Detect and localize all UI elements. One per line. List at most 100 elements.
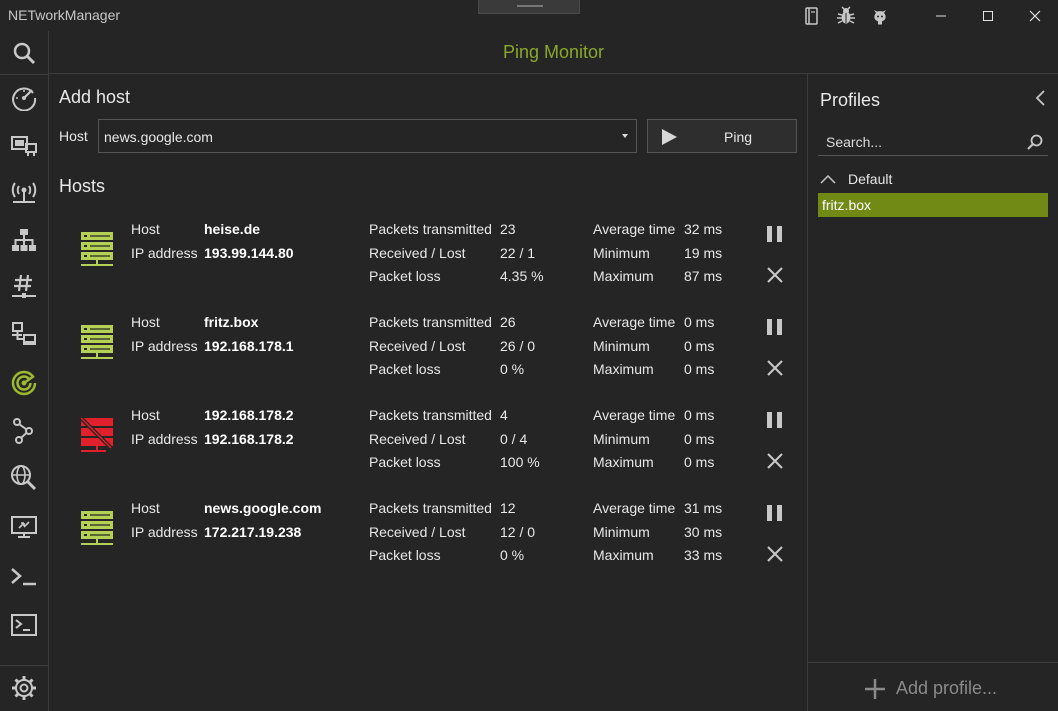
- host-label: Host: [131, 407, 160, 423]
- host-name: news.google.com: [204, 500, 322, 516]
- profile-item-fritz-box[interactable]: fritz.box: [818, 193, 1048, 217]
- received-lost-label: Received / Lost: [369, 338, 466, 354]
- documentation-icon[interactable]: [795, 0, 829, 31]
- bug-icon[interactable]: [829, 0, 863, 31]
- pause-icon[interactable]: [765, 224, 785, 244]
- sidebar: [0, 31, 49, 711]
- drag-handle[interactable]: [478, 0, 580, 14]
- received-lost-value: 0 / 4: [500, 431, 528, 447]
- close-icon[interactable]: [764, 450, 786, 472]
- average-time-value: 0 ms: [684, 407, 715, 423]
- maximum-label: Maximum: [593, 454, 654, 470]
- search-icon[interactable]: [0, 31, 48, 75]
- app-title: NETworkManager: [8, 7, 121, 23]
- average-time-value: 31 ms: [684, 500, 723, 516]
- host-label: Host: [131, 221, 160, 237]
- maximum-value: 0 ms: [684, 361, 715, 377]
- minimize-button[interactable]: [917, 0, 964, 31]
- host-card: Host news.google.com IP address 172.217.…: [49, 493, 808, 586]
- packets-transmitted-value: 23: [500, 221, 516, 237]
- network-interface-icon[interactable]: [0, 123, 48, 167]
- packets-transmitted-value: 12: [500, 500, 516, 516]
- average-time-label: Average time: [593, 314, 676, 330]
- pause-icon[interactable]: [765, 503, 785, 523]
- wifi-icon[interactable]: [0, 170, 48, 214]
- average-time-label: Average time: [593, 500, 676, 516]
- chevron-left-icon[interactable]: [1034, 89, 1046, 107]
- maximize-button[interactable]: [964, 0, 1011, 31]
- sitemap-icon[interactable]: [0, 218, 48, 262]
- host-name: 192.168.178.2: [204, 407, 294, 423]
- search-icon[interactable]: [1026, 133, 1044, 151]
- github-icon[interactable]: [863, 0, 897, 31]
- minimum-value: 0 ms: [684, 338, 715, 354]
- add-profile-button[interactable]: Add profile...: [864, 676, 1004, 700]
- host-name: fritz.box: [204, 314, 259, 330]
- host-label: Host: [131, 314, 160, 330]
- close-icon[interactable]: [764, 357, 786, 379]
- gear-icon[interactable]: [0, 666, 48, 710]
- page-header: Ping Monitor: [49, 31, 1058, 74]
- server-up-icon: [81, 511, 113, 545]
- chevron-down-icon[interactable]: [622, 134, 628, 138]
- hosts-title: Hosts: [59, 176, 106, 196]
- ip-address-label: IP address: [131, 524, 198, 540]
- profile-group-default[interactable]: Default: [818, 170, 1048, 190]
- minimum-label: Minimum: [593, 245, 650, 261]
- profile-group-label: Default: [848, 171, 893, 187]
- received-lost-value: 12 / 0: [500, 524, 536, 540]
- server-up-icon: [81, 232, 113, 266]
- maximum-label: Maximum: [593, 361, 654, 377]
- average-time-value: 32 ms: [684, 221, 723, 237]
- packet-loss-value: 0 %: [500, 361, 525, 377]
- ip-address-value: 192.168.178.2: [204, 431, 294, 447]
- average-time-label: Average time: [593, 221, 676, 237]
- host-label: Host: [59, 128, 88, 144]
- profiles-panel: Profiles Search... Default fritz.box Add…: [808, 74, 1058, 711]
- add-host-title: Add host: [59, 87, 131, 107]
- close-icon[interactable]: [764, 543, 786, 565]
- profiles-footer-divider: [808, 662, 1058, 663]
- add-profile-label: Add profile...: [896, 678, 998, 698]
- title-bar: NETworkManager: [0, 0, 1058, 31]
- packet-loss-value: 0 %: [500, 547, 525, 563]
- ip-address-value: 192.168.178.1: [204, 338, 294, 354]
- main-content: Add host Host news.google.com Ping Hosts…: [49, 74, 808, 711]
- received-lost-value: 22 / 1: [500, 245, 536, 261]
- server-up-icon: [81, 325, 113, 359]
- radar-icon[interactable]: [0, 361, 48, 405]
- host-input-value[interactable]: news.google.com: [104, 129, 213, 145]
- search-placeholder: Search...: [826, 134, 883, 150]
- chevron-up-icon[interactable]: [820, 174, 836, 184]
- terminal-icon[interactable]: [0, 603, 48, 647]
- pause-icon[interactable]: [765, 410, 785, 430]
- maximum-value: 33 ms: [684, 547, 723, 563]
- close-icon[interactable]: [764, 264, 786, 286]
- ip-address-value: 172.217.19.238: [204, 524, 302, 540]
- ip-address-label: IP address: [131, 431, 198, 447]
- host-card: Host fritz.box IP address 192.168.178.1 …: [49, 307, 808, 400]
- profile-search-input[interactable]: Search...: [818, 128, 1048, 156]
- maximum-value: 87 ms: [684, 268, 723, 284]
- packets-transmitted-value: 26: [500, 314, 516, 330]
- speedometer-icon[interactable]: [0, 76, 48, 120]
- ping-button[interactable]: Ping: [647, 119, 797, 153]
- minimum-label: Minimum: [593, 338, 650, 354]
- monitor-icon[interactable]: [0, 505, 48, 549]
- pause-icon[interactable]: [765, 317, 785, 337]
- console-icon[interactable]: [0, 555, 48, 599]
- profile-item-label: fritz.box: [822, 197, 872, 213]
- close-button[interactable]: [1011, 0, 1058, 31]
- web-search-icon[interactable]: [0, 456, 48, 500]
- packet-loss-value: 4.35 %: [500, 268, 544, 284]
- ip-address-label: IP address: [131, 245, 198, 261]
- packet-loss-label: Packet loss: [369, 361, 441, 377]
- route-icon[interactable]: [0, 409, 48, 453]
- hashtag-icon[interactable]: [0, 264, 48, 308]
- packet-loss-value: 100 %: [500, 454, 540, 470]
- packets-transmitted-label: Packets transmitted: [369, 314, 492, 330]
- minimum-label: Minimum: [593, 524, 650, 540]
- window-controls: [795, 0, 1058, 31]
- lan-icon[interactable]: [0, 312, 48, 356]
- host-combobox[interactable]: news.google.com: [98, 119, 637, 153]
